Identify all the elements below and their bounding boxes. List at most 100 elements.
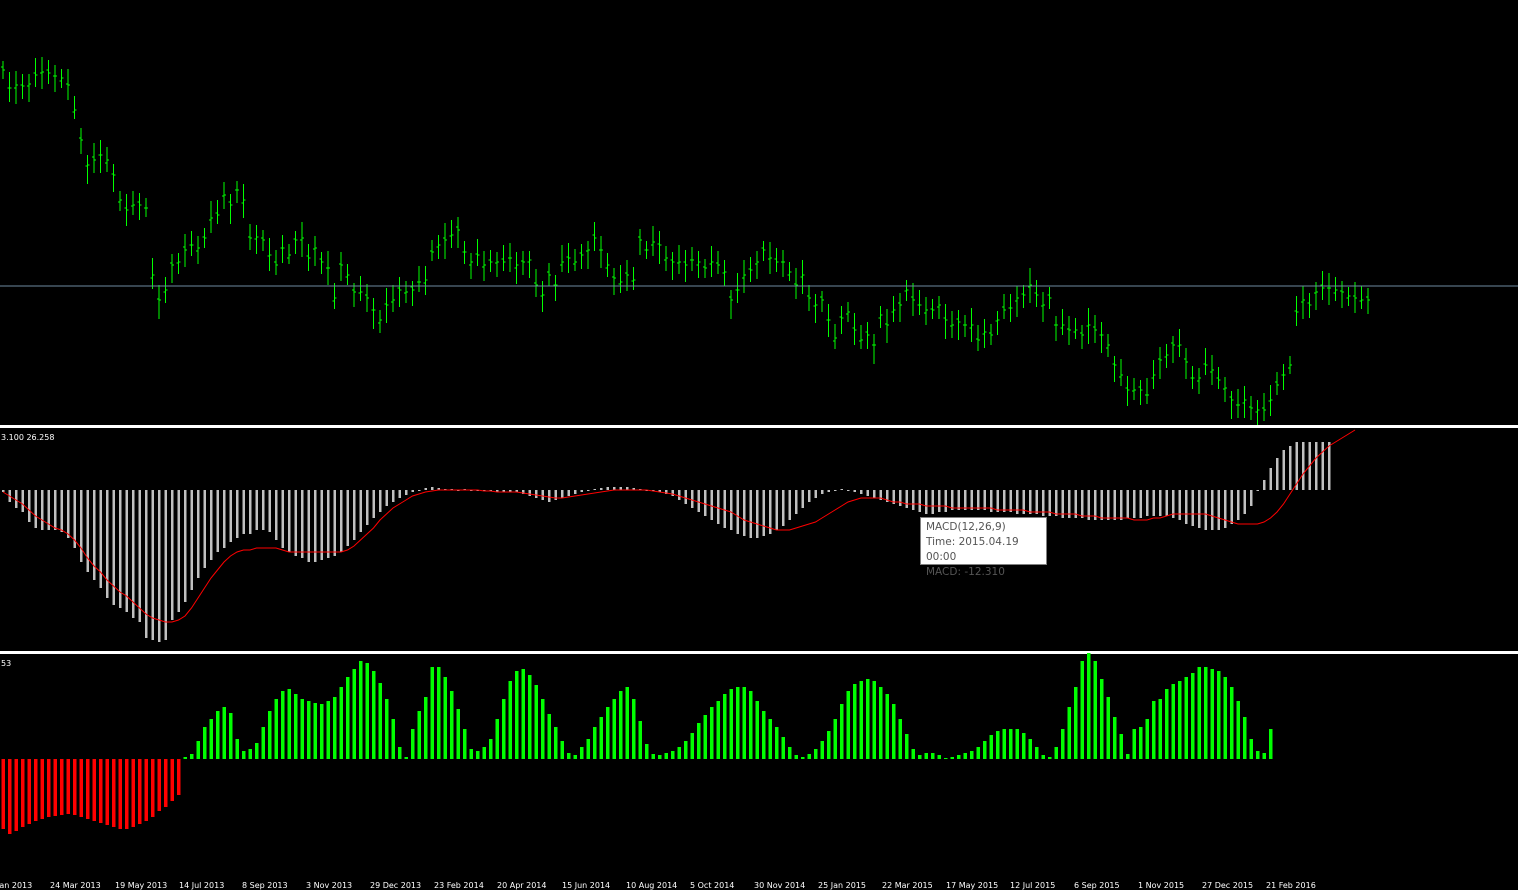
oscillator-bar-positive bbox=[307, 701, 311, 759]
oscillator-bar-positive bbox=[742, 687, 746, 759]
macd-histogram-bar bbox=[1191, 490, 1194, 526]
oscillator-bar-positive bbox=[814, 749, 818, 759]
macd-histogram-bar bbox=[158, 490, 161, 642]
panel-separator[interactable] bbox=[0, 425, 1518, 428]
macd-histogram-bar bbox=[788, 490, 791, 520]
panel-separator[interactable] bbox=[0, 651, 1518, 654]
oscillator-bar-positive bbox=[690, 733, 694, 759]
oscillator-bar-positive bbox=[385, 699, 389, 759]
oscillator-bar-positive bbox=[911, 749, 915, 759]
macd-histogram-bar bbox=[970, 490, 973, 510]
oscillator-bar-positive bbox=[424, 697, 428, 759]
oscillator-bar-positive bbox=[983, 741, 987, 759]
oscillator-bar-positive bbox=[1054, 747, 1058, 759]
macd-histogram-bar bbox=[405, 490, 408, 495]
oscillator-bar-positive bbox=[1061, 729, 1065, 759]
macd-histogram-bar bbox=[587, 490, 590, 491]
macd-histogram-bar bbox=[983, 490, 986, 510]
oscillator-bar-positive bbox=[970, 751, 974, 759]
oscillator-bar-positive bbox=[1087, 653, 1091, 759]
chart-canvas: 3.100 26.258 53 Jan 2013 24 Mar 2013 19 Ma… bbox=[0, 0, 1518, 890]
x-tick-label: 12 Jul 2015 bbox=[1010, 881, 1055, 890]
macd-histogram-bar bbox=[600, 488, 603, 490]
x-tick-label: Jan 2013 bbox=[0, 881, 32, 890]
oscillator-bar-positive bbox=[1139, 727, 1143, 759]
oscillator-bar-positive bbox=[430, 667, 434, 759]
x-tick-label: 6 Sep 2015 bbox=[1074, 881, 1120, 890]
oscillator-bar-positive bbox=[1184, 677, 1188, 759]
macd-histogram-bar bbox=[1256, 490, 1259, 491]
macd-histogram-bar bbox=[67, 490, 70, 538]
macd-histogram-bar bbox=[847, 490, 850, 491]
macd-histogram-bar bbox=[1146, 490, 1149, 516]
macd-histogram-bar bbox=[1003, 490, 1006, 512]
oscillator-bar-positive bbox=[1015, 729, 1019, 759]
oscillator-bar-positive bbox=[411, 729, 415, 759]
oscillator-bar-positive bbox=[1197, 667, 1201, 759]
oscillator-bar-positive bbox=[502, 699, 506, 759]
macd-histogram-bar bbox=[541, 490, 544, 500]
macd-histogram-bar bbox=[1243, 490, 1246, 514]
oscillator-bar-negative bbox=[164, 759, 168, 807]
oscillator-bar-positive bbox=[736, 687, 740, 759]
macd-histogram-bar bbox=[671, 490, 674, 496]
macd-histogram-bar bbox=[307, 490, 310, 562]
oscillator-bar-negative bbox=[21, 759, 25, 827]
macd-histogram-bar bbox=[1009, 490, 1012, 512]
macd-histogram-bar bbox=[236, 490, 239, 538]
macd-histogram-bar bbox=[125, 490, 128, 612]
oscillator-bar-negative bbox=[34, 759, 38, 821]
oscillator-bar-positive bbox=[339, 687, 343, 759]
oscillator-bar-positive bbox=[1152, 701, 1156, 759]
macd-histogram-bar bbox=[1133, 490, 1136, 518]
oscillator-bar-positive bbox=[229, 713, 233, 759]
macd-histogram-bar bbox=[1282, 450, 1285, 490]
macd-histogram-bar bbox=[177, 490, 180, 612]
oscillator-bar-positive bbox=[703, 715, 707, 759]
tooltip-indicator: MACD(12,26,9) bbox=[926, 521, 1006, 533]
x-tick-label: 19 May 2013 bbox=[115, 881, 167, 890]
macd-histogram-bar bbox=[535, 490, 538, 498]
oscillator-bar-positive bbox=[833, 719, 837, 759]
macd-histogram-bar bbox=[197, 490, 200, 578]
macd-histogram-bar bbox=[736, 490, 739, 534]
x-tick-label: 24 Mar 2013 bbox=[50, 881, 101, 890]
oscillator-bar-positive bbox=[1035, 747, 1039, 759]
x-tick-label: 10 Aug 2014 bbox=[626, 881, 677, 890]
macd-histogram-bar bbox=[548, 490, 551, 502]
oscillator-bar-positive bbox=[612, 699, 616, 759]
oscillator-bar-positive bbox=[1191, 673, 1195, 759]
macd-histogram-bar bbox=[717, 490, 720, 524]
oscillator-bar-positive bbox=[1262, 753, 1266, 759]
x-tick-label: 29 Dec 2013 bbox=[370, 881, 421, 890]
oscillator-bar-positive bbox=[235, 739, 239, 759]
oscillator-bar-positive bbox=[710, 707, 714, 759]
macd-histogram-bar bbox=[1139, 490, 1142, 518]
macd-histogram-bar bbox=[1198, 490, 1201, 528]
macd-histogram-bar bbox=[379, 490, 382, 512]
macd-histogram-bar bbox=[171, 490, 174, 620]
oscillator-bar-positive bbox=[1009, 729, 1013, 759]
macd-histogram-bar bbox=[223, 490, 226, 548]
macd-histogram-bar bbox=[1029, 490, 1032, 514]
oscillator-bar-positive bbox=[684, 741, 688, 759]
macd-histogram-bar bbox=[41, 490, 44, 530]
oscillator-bar-positive bbox=[768, 719, 772, 759]
macd-histogram-bar bbox=[372, 490, 375, 518]
macd-histogram-bar bbox=[1289, 446, 1292, 490]
macd-histogram-bar bbox=[327, 490, 330, 558]
macd-histogram-bar bbox=[691, 490, 694, 508]
oscillator-bar-positive bbox=[599, 717, 603, 759]
macd-histogram-bar bbox=[775, 490, 778, 530]
macd-histogram-bar bbox=[34, 490, 37, 528]
macd-histogram-bar bbox=[138, 490, 141, 622]
oscillator-bar-positive bbox=[1113, 717, 1117, 759]
macd-histogram-bar bbox=[977, 490, 980, 510]
macd-histogram-bar bbox=[54, 490, 57, 530]
macd-histogram-bar bbox=[119, 490, 122, 608]
oscillator-bar-positive bbox=[346, 677, 350, 759]
oscillator-bar-positive bbox=[853, 684, 857, 759]
macd-histogram-bar bbox=[1224, 490, 1227, 528]
oscillator-bar-positive bbox=[450, 691, 454, 759]
oscillator-bar-positive bbox=[521, 669, 525, 759]
